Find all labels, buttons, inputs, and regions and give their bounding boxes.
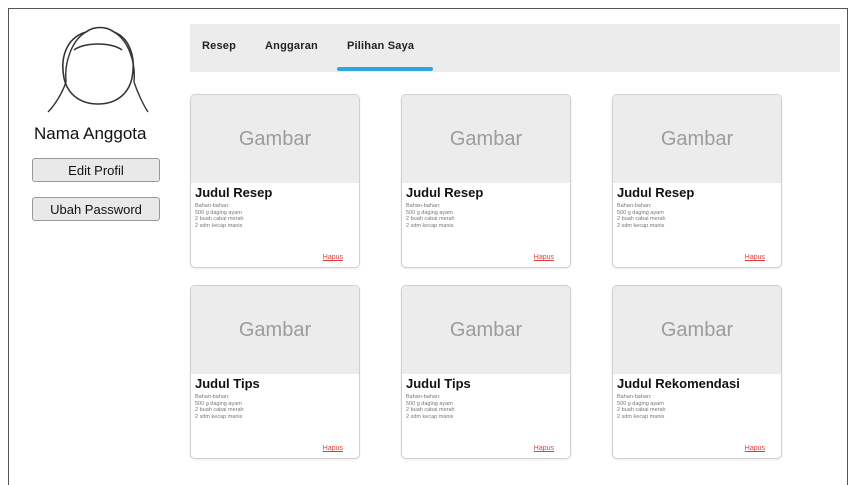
edit-profile-button[interactable]: Edit Profil	[32, 158, 160, 182]
user-silhouette-icon	[47, 26, 149, 113]
card[interactable]: Gambar Judul Rekomendasi Bahan-bahan: 50…	[612, 285, 782, 459]
description-line: 2 buah cabai merah	[195, 216, 244, 222]
card[interactable]: Gambar Judul Resep Bahan-bahan: 500 g da…	[190, 94, 360, 268]
delete-link[interactable]: Hapus	[323, 254, 343, 261]
image-placeholder: Gambar	[613, 286, 781, 374]
image-placeholder: Gambar	[191, 95, 359, 183]
change-password-button[interactable]: Ubah Password	[32, 197, 160, 221]
card-description: Bahan-bahan: 500 g daging ayam 2 buah ca…	[195, 394, 244, 420]
card-description: Bahan-bahan: 500 g daging ayam 2 buah ca…	[406, 394, 455, 420]
description-line: 2 buah cabai merah	[406, 407, 455, 413]
card[interactable]: Gambar Judul Resep Bahan-bahan: 500 g da…	[612, 94, 782, 268]
card-description: Bahan-bahan: 500 g daging ayam 2 buah ca…	[406, 203, 455, 229]
description-line: 2 sdm kecap manis	[406, 222, 454, 229]
image-placeholder: Gambar	[402, 286, 570, 374]
description-line: 2 sdm kecap manis	[617, 222, 665, 229]
image-placeholder: Gambar	[402, 95, 570, 183]
delete-link[interactable]: Hapus	[323, 445, 343, 452]
card-description: Bahan-bahan: 500 g daging ayam 2 buah ca…	[195, 203, 244, 229]
description-line: 2 buah cabai merah	[406, 216, 455, 222]
card[interactable]: Gambar Judul Tips Bahan-bahan: 500 g dag…	[401, 285, 571, 459]
description-line: 2 buah cabai merah	[195, 407, 244, 413]
description-line: 2 sdm kecap manis	[195, 222, 243, 229]
delete-link[interactable]: Hapus	[745, 445, 765, 452]
card-title: Judul Tips	[195, 376, 260, 391]
tab-bar: Resep Anggaran Pilihan Saya	[190, 24, 840, 72]
description-line: 2 sdm kecap manis	[406, 413, 454, 420]
tab-anggaran[interactable]: Anggaran	[265, 40, 318, 52]
description-line: 2 buah cabai merah	[617, 407, 666, 413]
delete-link[interactable]: Hapus	[745, 254, 765, 261]
card-title: Judul Resep	[195, 185, 273, 200]
image-placeholder: Gambar	[191, 286, 359, 374]
description-line: 2 sdm kecap manis	[617, 413, 665, 420]
member-name: Nama Anggota	[34, 124, 147, 143]
card-description: Bahan-bahan: 500 g daging ayam 2 buah ca…	[617, 394, 666, 420]
description-line: 2 sdm kecap manis	[195, 413, 243, 420]
delete-link[interactable]: Hapus	[534, 445, 554, 452]
card-description: Bahan-bahan: 500 g daging ayam 2 buah ca…	[617, 203, 666, 229]
tab-pilihan-saya[interactable]: Pilihan Saya	[347, 40, 414, 52]
card-title: Judul Resep	[617, 185, 695, 200]
description-line: 2 buah cabai merah	[617, 216, 666, 222]
card[interactable]: Gambar Judul Tips Bahan-bahan: 500 g dag…	[190, 285, 360, 459]
tab-resep[interactable]: Resep	[202, 40, 236, 52]
card-title: Judul Rekomendasi	[617, 376, 740, 391]
card-title: Judul Resep	[406, 185, 484, 200]
card-title: Judul Tips	[406, 376, 471, 391]
active-tab-indicator	[337, 67, 433, 71]
card[interactable]: Gambar Judul Resep Bahan-bahan: 500 g da…	[401, 94, 571, 268]
image-placeholder: Gambar	[613, 95, 781, 183]
delete-link[interactable]: Hapus	[534, 254, 554, 261]
